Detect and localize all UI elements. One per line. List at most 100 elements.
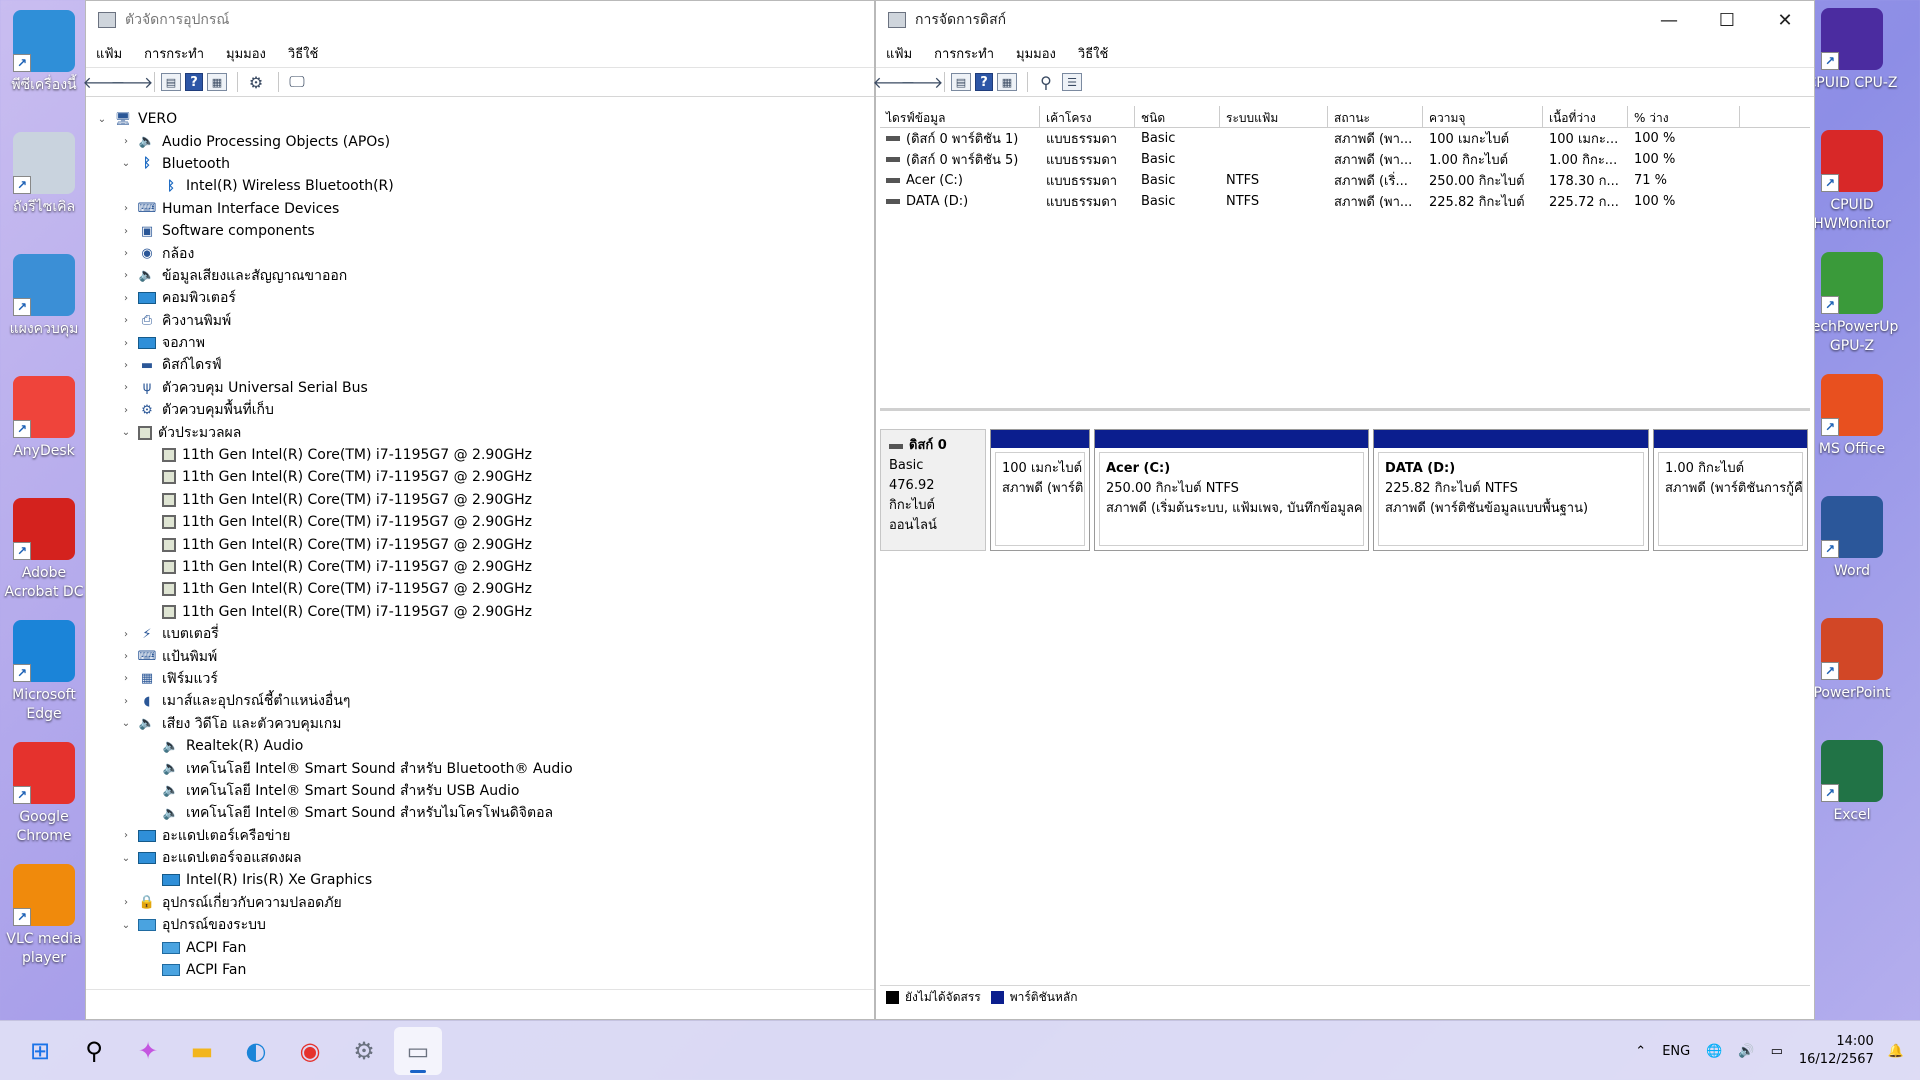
tree-item[interactable]: › ⎙ คิวงานพิมพ์ xyxy=(86,310,874,332)
menu-help[interactable]: วิธีใช้ xyxy=(288,43,318,64)
chevron-down-icon[interactable]: ⌄ xyxy=(118,158,134,169)
tree-item[interactable]: › ⚡ แบตเตอรี่ xyxy=(86,623,874,645)
menu-file[interactable]: แฟ้ม xyxy=(886,43,912,64)
tree-item[interactable]: › ◉ กล้อง xyxy=(86,242,874,264)
tree-item[interactable]: 11th Gen Intel(R) Core(TM) i7-1195G7 @ 2… xyxy=(86,578,874,600)
menu-action[interactable]: การกระทำ xyxy=(934,43,994,64)
chevron-right-icon[interactable]: › xyxy=(118,293,134,304)
desktop-shortcut[interactable]: ↗ พีซีเครื่องนี้ xyxy=(0,10,92,95)
chevron-right-icon[interactable]: › xyxy=(118,360,134,371)
file-explorer-icon[interactable]: ▬ xyxy=(178,1027,226,1075)
chevron-down-icon[interactable]: ⌄ xyxy=(118,427,134,438)
view-icon[interactable]: ▦ xyxy=(207,73,227,91)
menu-file[interactable]: แฟ้ม xyxy=(96,43,122,64)
language-indicator[interactable]: ENG xyxy=(1662,1044,1690,1059)
desktop-shortcut[interactable]: ↗ แผงควบคุม xyxy=(0,254,92,339)
desktop-shortcut[interactable]: ↗ Excel xyxy=(1804,740,1900,825)
tree-item[interactable]: › 🔈 ข้อมูลเสียงและสัญญาณขาออก xyxy=(86,265,874,287)
properties-icon[interactable]: ▤ xyxy=(161,73,181,91)
help-icon[interactable]: ? xyxy=(185,73,203,91)
globe-icon[interactable]: 🌐 xyxy=(1706,1044,1722,1059)
chevron-right-icon[interactable]: › xyxy=(118,673,134,684)
column-free-space[interactable]: เนื้อที่ว่าง xyxy=(1543,106,1628,127)
chevron-right-icon[interactable]: › xyxy=(118,830,134,841)
disk-management-taskbar-icon[interactable]: ▭ xyxy=(394,1026,442,1075)
column-filesystem[interactable]: ระบบแฟ้ม xyxy=(1220,106,1328,127)
desktop-shortcut[interactable]: ↗ CPUID CPU-Z xyxy=(1804,8,1900,93)
disk-management-window[interactable]: การจัดการดิสก์ — ☐ ✕ แฟ้ม การกระทำ มุมมอ… xyxy=(873,0,1815,1020)
help-icon[interactable]: ? xyxy=(975,73,993,91)
device-manager-titlebar[interactable]: ตัวจัดการอุปกรณ์ xyxy=(86,1,874,39)
desktop-shortcut[interactable]: ↗ VLC media player xyxy=(0,864,92,968)
menu-view[interactable]: มุมมอง xyxy=(1016,43,1056,64)
disk-management-titlebar[interactable]: การจัดการดิสก์ — ☐ ✕ xyxy=(876,1,1814,39)
chevron-up-icon[interactable]: ⌃ xyxy=(1635,1044,1646,1059)
desktop-shortcut[interactable]: ↗ CPUID HWMonitor xyxy=(1804,130,1900,234)
menu-action[interactable]: การกระทำ xyxy=(144,43,204,64)
chevron-right-icon[interactable]: › xyxy=(118,315,134,326)
device-tree[interactable]: ⌄ 🖥 VERO › 🔈 Audio Processing Objects (APOs) ⌄… xyxy=(86,106,874,983)
chevron-down-icon[interactable]: ⌄ xyxy=(118,853,134,864)
copilot-icon[interactable]: ✦ xyxy=(124,1027,172,1075)
column-volume[interactable]: ไดรฟ์ข้อมูล xyxy=(880,106,1040,127)
notification-bell-icon[interactable]: 🔔 xyxy=(1888,1044,1904,1059)
tree-item[interactable]: › 🔒 อุปกรณ์เกี่ยวกับความปลอดภัย xyxy=(86,892,874,914)
table-row[interactable]: (ดิสก์ 0 พาร์ติชัน 5) แบบธรรมดา Basic สภาพด… xyxy=(880,149,1810,170)
tree-item[interactable]: ⌄ อะแดปเตอร์จอแสดงผล xyxy=(86,847,874,869)
chevron-right-icon[interactable]: › xyxy=(118,405,134,416)
chevron-right-icon[interactable]: › xyxy=(118,696,134,707)
desktop-shortcut[interactable]: ↗ Google Chrome xyxy=(0,742,92,846)
view-icon[interactable]: ▦ xyxy=(997,73,1017,91)
table-row[interactable]: Acer (C:) แบบธรรมดา Basic NTFS สภาพดี (เริ่.… xyxy=(880,170,1810,191)
desktop-shortcut[interactable]: ↗ Word xyxy=(1804,496,1900,581)
tree-item[interactable]: › 🔈 Audio Processing Objects (APOs) xyxy=(86,130,874,152)
tree-item[interactable]: ᛒ Intel(R) Wireless Bluetooth(R) xyxy=(86,175,874,197)
start-button[interactable]: ⊞ xyxy=(16,1027,64,1075)
tree-item[interactable]: › จอภาพ xyxy=(86,332,874,354)
disk-0-label[interactable]: ดิสก์ 0 Basic 476.92 กิกะไบต์ ออนไลน์ xyxy=(880,429,986,551)
tree-item[interactable]: 11th Gen Intel(R) Core(TM) i7-1195G7 @ 2… xyxy=(86,556,874,578)
menu-help[interactable]: วิธีใช้ xyxy=(1078,43,1108,64)
tree-item[interactable]: ⌄ อุปกรณ์ของระบบ xyxy=(86,914,874,936)
desktop-shortcut[interactable]: ↗ Microsoft Edge xyxy=(0,620,92,724)
desktop-shortcut[interactable]: ↗ MS Office xyxy=(1804,374,1900,459)
chevron-right-icon[interactable]: › xyxy=(118,382,134,393)
tree-item[interactable]: ⌄ 🔈 เสียง วิดีโอ และตัวควบคุมเกม xyxy=(86,713,874,735)
tree-item[interactable]: › ▬ ดิสก์ไดรฟ์ xyxy=(86,354,874,376)
clock[interactable]: 14:00 16/12/2567 xyxy=(1799,1033,1874,1069)
tree-item[interactable]: › ⌨ แป้นพิมพ์ xyxy=(86,645,874,667)
tree-item[interactable]: 11th Gen Intel(R) Core(TM) i7-1195G7 @ 2… xyxy=(86,444,874,466)
chevron-right-icon[interactable]: › xyxy=(118,629,134,640)
tree-item[interactable]: 11th Gen Intel(R) Core(TM) i7-1195G7 @ 2… xyxy=(86,466,874,488)
partition-d[interactable]: DATA (D:) 225.82 กิกะไบต์ NTFS สภาพดี (พ… xyxy=(1373,429,1649,551)
column-percent-free[interactable]: % ว่าง xyxy=(1628,106,1740,127)
table-row[interactable]: DATA (D:) แบบธรรมดา Basic NTFS สภาพดี (พา...… xyxy=(880,191,1810,212)
chrome-icon[interactable]: ◉ xyxy=(286,1027,334,1075)
minimize-icon[interactable]: — xyxy=(1640,1,1698,39)
device-manager-taskbar-icon[interactable]: ⚙ xyxy=(340,1027,388,1075)
tree-item[interactable]: › ▣ Software components xyxy=(86,220,874,242)
tree-item[interactable]: › ψ ตัวควบคุม Universal Serial Bus xyxy=(86,377,874,399)
close-icon[interactable]: ✕ xyxy=(1756,1,1814,39)
checklist-icon[interactable]: ☰ xyxy=(1062,73,1082,91)
tree-item[interactable]: ACPI Fan xyxy=(86,959,874,981)
tree-item[interactable]: 🔈 เทคโนโลยี Intel® Smart Sound สำหรับ USB… xyxy=(86,780,874,802)
update-driver-icon[interactable]: ⚙ xyxy=(244,71,268,93)
disk-0-row[interactable]: ดิสก์ 0 Basic 476.92 กิกะไบต์ ออนไลน์ 10… xyxy=(880,429,1810,551)
forward-arrow-icon[interactable]: 🡒 xyxy=(111,71,154,93)
column-layout[interactable]: เค้าโครง xyxy=(1040,106,1135,127)
battery-icon[interactable]: ▭ xyxy=(1771,1044,1783,1059)
chevron-right-icon[interactable]: › xyxy=(118,651,134,662)
chevron-right-icon[interactable]: › xyxy=(118,338,134,349)
tree-item[interactable]: ⌄ ตัวประมวลผล xyxy=(86,421,874,443)
connect-icon[interactable]: ⚲ xyxy=(1034,71,1058,93)
tree-item[interactable]: ACPI Fan xyxy=(86,936,874,958)
properties-icon[interactable]: ▤ xyxy=(951,73,971,91)
tree-item[interactable]: 🔈 Realtek(R) Audio xyxy=(86,735,874,757)
edge-icon[interactable]: ◐ xyxy=(232,1027,280,1075)
chevron-right-icon[interactable]: › xyxy=(118,136,134,147)
desktop-shortcut[interactable]: ↗ PowerPoint xyxy=(1804,618,1900,703)
tree-item[interactable]: › ▦ เฟิร์มแวร์ xyxy=(86,668,874,690)
chevron-down-icon[interactable]: ⌄ xyxy=(94,114,110,125)
tree-item[interactable]: ⌄ ᛒ Bluetooth xyxy=(86,153,874,175)
